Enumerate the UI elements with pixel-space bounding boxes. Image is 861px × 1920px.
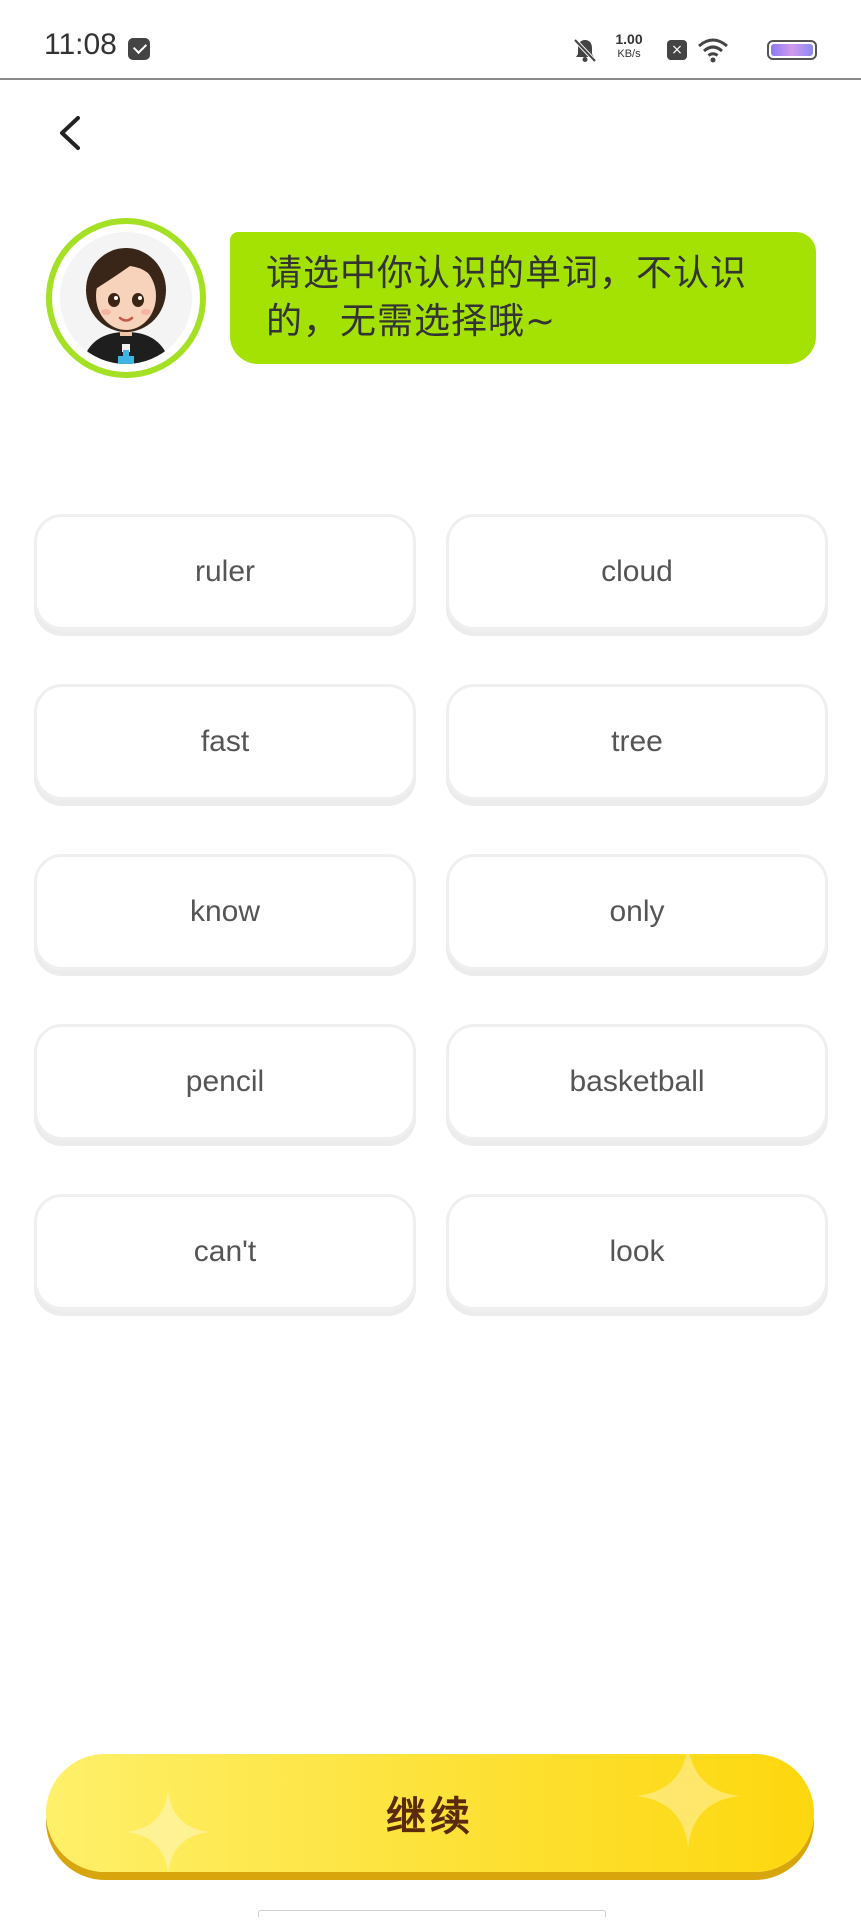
word-option-label: tree [611, 725, 663, 758]
chevron-left-icon [60, 116, 80, 150]
avatar-image [60, 232, 192, 364]
instruction-text: 请选中你认识的单词，不认识的，无需选择哦~ [266, 253, 748, 342]
continue-button-label: 继续 [386, 1794, 474, 1840]
continue-button[interactable]: 继续 [46, 1754, 814, 1872]
network-speed: 1.00 KB/s [609, 32, 649, 62]
status-time: 11:08 [44, 28, 117, 61]
word-option-label: basketball [569, 1065, 705, 1098]
word-option[interactable]: fast [34, 684, 416, 800]
home-indicator[interactable] [258, 1910, 606, 1917]
status-bar: 11:08 1.00 KB/s × [0, 0, 861, 80]
sparkle-icon [126, 1790, 210, 1872]
word-option[interactable]: only [446, 854, 828, 970]
status-icons: 1.00 KB/s × [517, 32, 817, 68]
word-option-label: can't [193, 1235, 257, 1268]
network-speed-value: 1.00 [615, 31, 643, 47]
sparkle-icon [636, 1754, 740, 1848]
word-option-label: fast [200, 725, 250, 758]
no-sim-icon: × [667, 40, 687, 60]
battery-icon [767, 40, 817, 60]
word-option-label: know [189, 895, 261, 928]
word-option[interactable]: pencil [34, 1024, 416, 1140]
word-option[interactable]: can't [34, 1194, 416, 1310]
battery-fill [771, 44, 813, 56]
back-button[interactable] [48, 108, 98, 158]
word-option-label: ruler [194, 555, 255, 588]
word-option[interactable]: cloud [446, 514, 828, 630]
word-option-label: pencil [185, 1065, 265, 1098]
avatar [46, 218, 206, 378]
bell-muted-icon [573, 38, 597, 63]
cartoon-girl-icon [60, 232, 192, 364]
word-option-label: cloud [601, 555, 673, 588]
word-option-label: only [609, 895, 665, 928]
message-notification-icon [128, 38, 150, 60]
word-option-label: look [609, 1235, 665, 1268]
word-option[interactable]: tree [446, 684, 828, 800]
wifi-icon [698, 38, 728, 63]
network-speed-unit: KB/s [617, 48, 641, 60]
instruction-bubble: 请选中你认识的单词，不认识的，无需选择哦~ [230, 232, 816, 364]
word-option[interactable]: basketball [446, 1024, 828, 1140]
word-option[interactable]: know [34, 854, 416, 970]
word-option[interactable]: look [446, 1194, 828, 1310]
word-option[interactable]: ruler [34, 514, 416, 630]
